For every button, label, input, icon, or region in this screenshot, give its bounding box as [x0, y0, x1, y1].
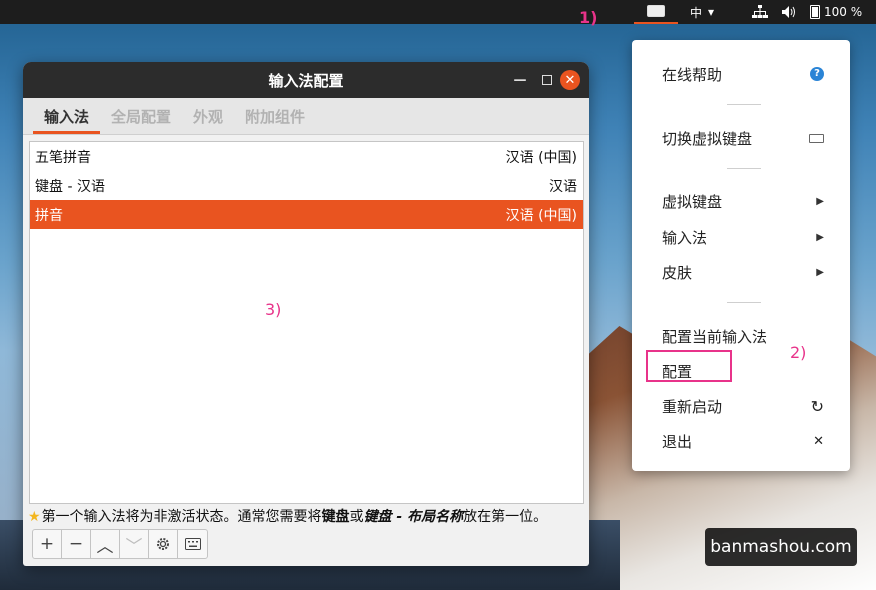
minimize-button[interactable]: —	[510, 70, 530, 90]
menu-item-skin[interactable]: 皮肤 ▶	[662, 259, 824, 285]
menu-item-restart[interactable]: 重新启动 ↻	[662, 393, 824, 419]
menu-separator	[727, 104, 761, 105]
move-down-button[interactable]: ﹀	[120, 530, 149, 558]
menu-item-exit[interactable]: 退出 ✕	[662, 428, 824, 454]
annotation-2: 2)	[790, 343, 807, 362]
star-icon: ★	[28, 509, 41, 525]
tab-appearance[interactable]: 外观	[182, 106, 234, 134]
chevron-down-icon: ▾	[708, 5, 715, 19]
help-icon: ?	[810, 67, 824, 81]
watermark: banmashou.com	[705, 528, 857, 566]
tab-input-method[interactable]: 输入法	[33, 106, 101, 134]
network-icon[interactable]	[752, 0, 768, 24]
list-item[interactable]: 五笔拼音 汉语 (中国)	[30, 142, 583, 171]
input-method-name: 拼音	[35, 207, 63, 224]
annotation-1: 1)	[579, 8, 598, 27]
input-language-indicator[interactable]: 中 ▾	[690, 0, 714, 24]
keyboard-icon	[184, 538, 201, 550]
annotation-3: 3)	[265, 300, 282, 319]
tab-addons[interactable]: 附加组件	[234, 106, 316, 134]
menu-separator	[727, 168, 761, 169]
input-method-name: 键盘 - 汉语	[35, 178, 105, 195]
window-title: 输入法配置	[268, 71, 344, 90]
battery-percent: 100 %	[824, 5, 863, 19]
maximize-button[interactable]	[537, 70, 557, 90]
volume-icon[interactable]	[781, 0, 797, 24]
input-method-language: 汉语 (中国)	[505, 149, 577, 166]
keyboard-indicator[interactable]	[634, 0, 678, 24]
input-method-config-window: 输入法配置 — ✕ 输入法 全局配置 外观 附加组件 五笔拼音 汉语 (中国) …	[23, 62, 589, 566]
close-icon: ✕	[813, 433, 824, 449]
gear-icon	[157, 538, 169, 550]
window-titlebar[interactable]: 输入法配置 — ✕	[23, 62, 589, 98]
input-method-language: 汉语 (中国)	[505, 207, 577, 224]
menu-item-virtual-keyboard[interactable]: 虚拟键盘 ▶	[662, 188, 824, 214]
keyboard-icon	[647, 5, 665, 17]
move-up-button[interactable]: ︿	[91, 530, 120, 558]
tab-global-config[interactable]: 全局配置	[100, 106, 182, 134]
menu-item-online-help[interactable]: 在线帮助 ?	[662, 61, 824, 87]
input-method-name: 五笔拼音	[35, 149, 91, 166]
list-toolbar: + − ︿ ﹀	[32, 529, 208, 559]
tab-bar: 输入法 全局配置 外观 附加组件	[23, 98, 589, 135]
add-button[interactable]: +	[33, 530, 62, 558]
highlight-annotation-box	[646, 350, 732, 382]
chevron-right-icon: ▶	[816, 231, 824, 243]
list-item[interactable]: 键盘 - 汉语 汉语	[30, 171, 583, 200]
hint-text: ★第一个输入法将为非激活状态。通常您需要将键盘或键盘 - 布局名称放在第一位。	[28, 509, 548, 525]
remove-button[interactable]: −	[62, 530, 91, 558]
input-method-list[interactable]: 五笔拼音 汉语 (中国) 键盘 - 汉语 汉语 拼音 汉语 (中国)	[29, 141, 584, 504]
chevron-right-icon: ▶	[816, 195, 824, 207]
ime-tray-menu: 在线帮助 ? 切换虚拟键盘 虚拟键盘 ▶ 输入法 ▶ 皮肤 ▶ 配置当前输入法 …	[632, 40, 850, 471]
menu-item-toggle-virtual-keyboard[interactable]: 切换虚拟键盘	[662, 125, 824, 151]
list-item-selected[interactable]: 拼音 汉语 (中国)	[30, 200, 583, 229]
menu-item-input-method[interactable]: 输入法 ▶	[662, 224, 824, 250]
close-button[interactable]: ✕	[560, 70, 580, 90]
keyboard-icon	[809, 133, 824, 143]
input-language-label: 中	[690, 5, 703, 20]
input-method-language: 汉语	[549, 178, 577, 195]
battery-indicator[interactable]: 100 %	[810, 0, 862, 24]
top-panel: 中 ▾ 100 %	[0, 0, 876, 24]
battery-icon	[810, 5, 820, 19]
configure-button[interactable]	[149, 530, 178, 558]
refresh-icon: ↻	[810, 396, 824, 416]
keyboard-layout-button[interactable]	[178, 530, 207, 558]
chevron-right-icon: ▶	[816, 266, 824, 278]
menu-separator	[727, 302, 761, 303]
